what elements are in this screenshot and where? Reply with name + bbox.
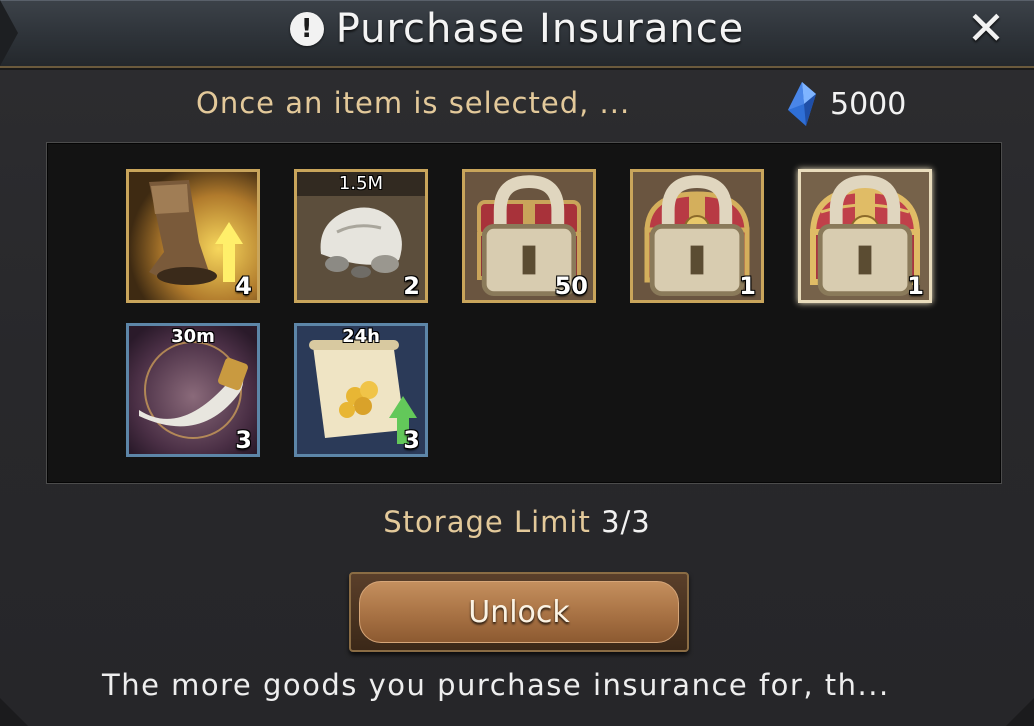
footer-note: The more goods you purchase insurance fo… xyxy=(102,668,890,702)
item-slot-red-chest-ornate[interactable]: 1 xyxy=(798,169,932,303)
item-quantity: 2 xyxy=(403,272,420,300)
unlock-label: Unlock xyxy=(468,594,570,630)
item-slot-red-chest-common[interactable]: 50 xyxy=(462,169,596,303)
dialog-header: ! Purchase Insurance ✕ xyxy=(0,0,1034,68)
item-quantity: 3 xyxy=(403,426,420,454)
item-top-label: 24h xyxy=(342,326,380,347)
item-top-label: 30m xyxy=(171,326,215,347)
storage-limit: Storage Limit 3/3 xyxy=(0,505,1034,539)
storage-label: Storage Limit xyxy=(383,505,591,539)
item-quantity: 50 xyxy=(554,272,588,300)
item-quantity: 3 xyxy=(235,426,252,454)
item-quantity: 4 xyxy=(235,272,252,300)
insurance-dialog: ! Purchase Insurance ✕ Once an item is s… xyxy=(0,0,1034,726)
item-grid: 4 1.5M 2 50 1 1 30m 3 24h 3 xyxy=(46,142,1002,484)
title-wrap: ! Purchase Insurance xyxy=(0,0,1034,58)
corner-ornament-left xyxy=(0,698,28,726)
storage-value: 3/3 xyxy=(601,505,651,539)
item-top-label: 1.5M xyxy=(297,172,425,196)
unlock-button[interactable]: Unlock xyxy=(349,572,689,652)
item-slot-speed-boost[interactable]: 4 xyxy=(126,169,260,303)
blue-gem-icon xyxy=(788,82,816,126)
item-slot-war-horn[interactable]: 30m 3 xyxy=(126,323,260,457)
gem-balance: 5000 xyxy=(786,80,906,128)
item-slot-red-chest-golden[interactable]: 1 xyxy=(630,169,764,303)
exclamation-icon: ! xyxy=(289,12,324,46)
item-slot-gold-scroll[interactable]: 24h 3 xyxy=(294,323,428,457)
item-slot-ore-sack[interactable]: 1.5M 2 xyxy=(294,169,428,303)
item-quantity: 1 xyxy=(907,272,924,300)
dialog-title: Purchase Insurance xyxy=(335,6,745,52)
corner-ornament-right xyxy=(1006,698,1034,726)
close-button[interactable]: ✕ xyxy=(964,5,1008,51)
unlock-button-face: Unlock xyxy=(359,581,679,643)
gem-count: 5000 xyxy=(830,86,907,122)
item-quantity: 1 xyxy=(739,272,756,300)
selection-hint: Once an item is selected, ... xyxy=(196,86,631,120)
